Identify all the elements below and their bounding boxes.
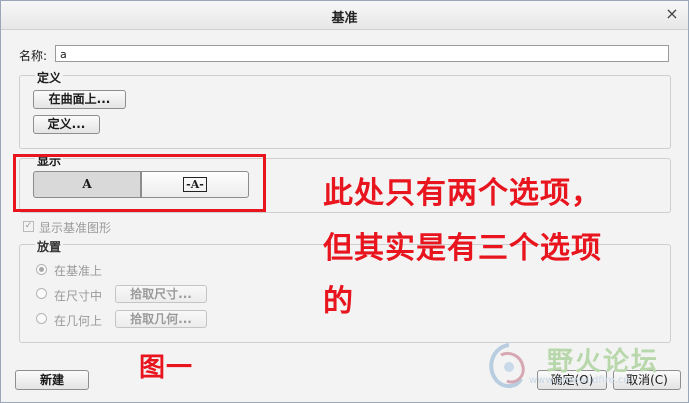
close-icon[interactable]: × [662,4,682,24]
title-bar: 基准 × [1,1,688,30]
radio-in-dimension[interactable] [36,288,47,299]
annotation-note-line3: 的 [323,284,354,319]
radio-on-datum[interactable] [36,264,47,275]
radio-on-datum-label: 在基准上 [54,264,103,278]
datum-dialog: 基准 × 名称: a 定义 在曲面上... 定义... 显示 A -A- ✓ 显… [0,0,689,403]
radio-on-geometry[interactable] [36,313,47,324]
definition-group [19,75,671,149]
on-surface-button[interactable]: 在曲面上... [33,90,126,109]
name-input[interactable]: a [55,45,669,62]
watermark: 野火论坛 www.proewildfire.cn [479,337,669,393]
dialog-title: 基准 [331,11,358,26]
pick-dimension-button[interactable]: 拾取尺寸... [115,285,207,303]
define-button[interactable]: 定义... [33,115,100,134]
annotation-note-line1: 此处只有两个选项， [323,176,602,211]
show-datum-label: 显示基准图形 [39,221,112,235]
watermark-text: 野火论坛 [547,347,660,377]
show-datum-checkbox[interactable]: ✓ [23,221,34,232]
placement-group-title: 放置 [35,238,64,255]
watermark-url: www.proewildfire.cn [529,375,630,386]
new-button[interactable]: 新建 [15,370,89,390]
radio-on-geometry-label: 在几何上 [54,314,103,328]
annotation-note-line2: 但其实是有三个选项 [323,231,602,266]
annotation-highlight-box [13,154,266,212]
name-label: 名称: [19,49,48,63]
radio-in-dimension-label: 在尺寸中 [54,289,103,303]
definition-group-title: 定义 [35,69,64,86]
figure-label: 图一 [139,353,194,383]
pick-geometry-button[interactable]: 拾取几何... [115,310,207,328]
